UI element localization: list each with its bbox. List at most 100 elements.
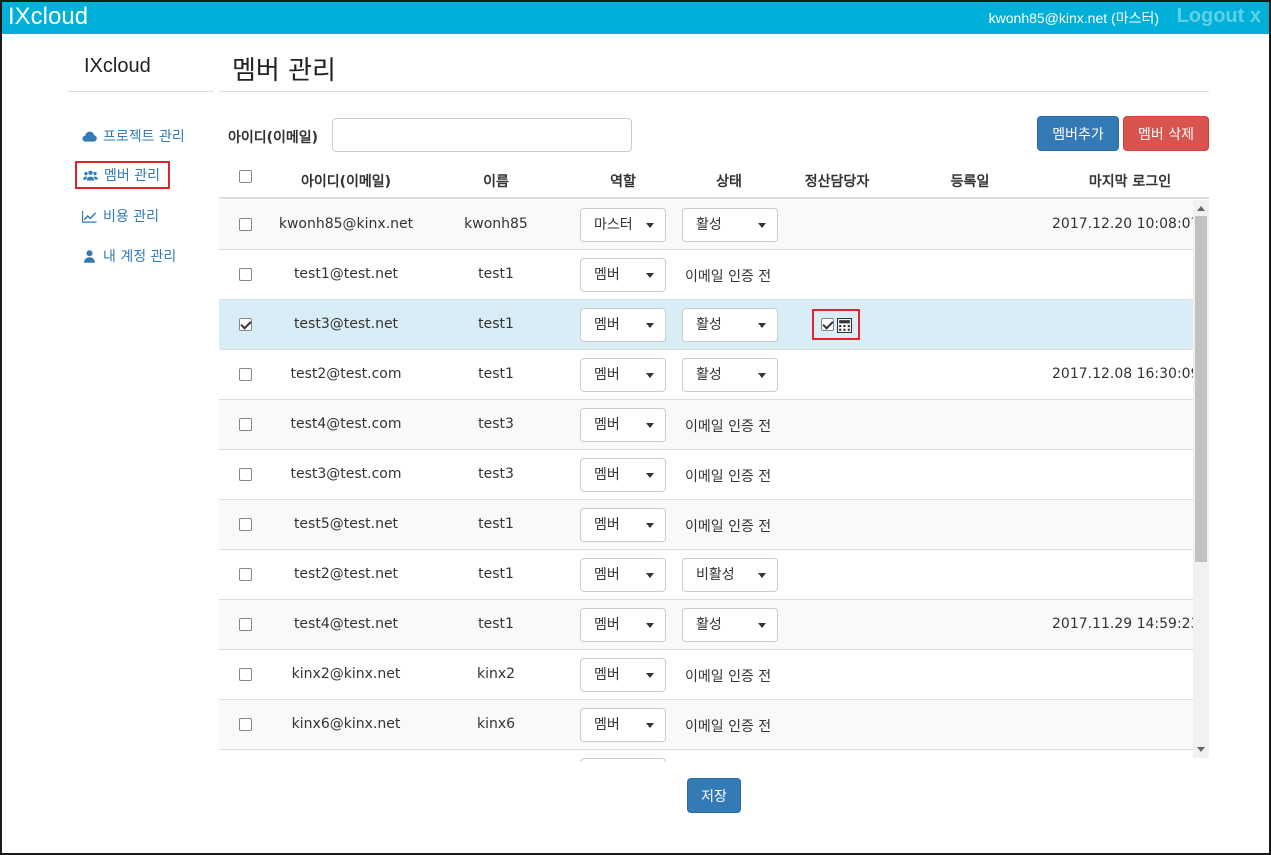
cell-id: test3@test.com xyxy=(290,466,402,482)
cell-id: test4@test.com xyxy=(290,416,402,432)
cell-id: kinx6@kinx.net xyxy=(291,716,401,732)
settle-manager-checkbox[interactable] xyxy=(239,568,252,581)
scroll-thumb[interactable] xyxy=(1195,216,1207,562)
sidebar-item-projects[interactable]: 프로젝트 관리 xyxy=(82,126,185,146)
role-select[interactable]: 멤버 xyxy=(580,458,666,492)
header-settle-manager[interactable]: 정산담당자 xyxy=(805,171,869,191)
cell-last-login: 2017.11.29 14:59:23 xyxy=(1052,616,1193,632)
cell-name: test1 xyxy=(478,516,514,532)
scroll-up-arrow[interactable] xyxy=(1197,206,1205,211)
delete-member-button[interactable]: 멤버 삭제 xyxy=(1123,116,1209,151)
cell-name: kinx2 xyxy=(476,666,516,682)
calculator-icon[interactable] xyxy=(837,318,852,333)
table-row[interactable]: kwonh85@kinx.net kwonh85 마스터 활성 2017.12.20 1… xyxy=(219,200,1193,250)
logout-button[interactable]: Logout x xyxy=(1177,5,1261,28)
status-text: 이메일 인증 전 xyxy=(685,719,772,735)
cloud-icon xyxy=(82,131,97,142)
role-select[interactable]: 멤버 xyxy=(580,608,666,642)
sidebar-divider xyxy=(68,91,214,92)
role-select[interactable]: 멤버 xyxy=(580,508,666,542)
sidebar-item-my-account[interactable]: 내 계정 관리 xyxy=(82,246,176,266)
status-text: 이메일 인증 전 xyxy=(685,519,772,535)
settle-manager-checkbox[interactable] xyxy=(239,668,252,681)
cell-id: test4@test.net xyxy=(293,616,399,632)
header-role[interactable]: 역할 xyxy=(610,171,636,191)
settle-manager-checkbox[interactable] xyxy=(239,518,252,531)
role-select[interactable]: 멤버 xyxy=(580,558,666,592)
status-select[interactable]: 활성 xyxy=(682,308,778,342)
search-label: 아이디(이메일) xyxy=(228,130,319,146)
save-button[interactable]: 저장 xyxy=(687,778,741,813)
cell-name: kinx6 xyxy=(476,716,516,732)
role-select[interactable]: 멤버 xyxy=(580,308,666,342)
table-row[interactable]: kinx2@kinx.net kinx2 멤버 이메일 인증 전 xyxy=(219,650,1193,700)
search-input[interactable] xyxy=(332,118,632,152)
row-checkbox[interactable] xyxy=(239,318,252,331)
cell-id: test2@test.net xyxy=(293,566,399,582)
select-all-checkbox[interactable] xyxy=(239,170,252,183)
status-select[interactable]: 비활성 xyxy=(682,558,778,592)
status-text: 이메일 인증 전 xyxy=(685,419,772,435)
table-row[interactable]: test3@test.com test3 멤버 이메일 인증 전 xyxy=(219,450,1193,500)
cell-last-login: 2017.12.20 10:08:07 xyxy=(1052,216,1193,232)
sidebar-item-billing[interactable]: 비용 관리 xyxy=(82,206,159,226)
header-last-login[interactable]: 마지막 로그인 xyxy=(1089,171,1171,191)
scroll-down-arrow[interactable] xyxy=(1197,747,1205,752)
settle-manager-checkbox[interactable] xyxy=(239,268,252,281)
sidebar-item-label: 멤버 관리 xyxy=(104,168,160,184)
status-select[interactable]: 활성 xyxy=(682,358,778,392)
table-row[interactable]: test1@test.net test1 멤버 이메일 인증 전 xyxy=(219,250,1193,300)
table-row[interactable]: test4@test.com test3 멤버 이메일 인증 전 xyxy=(219,400,1193,450)
status-text: 이메일 인증 전 xyxy=(685,469,772,485)
role-select[interactable]: 멤버 xyxy=(580,708,666,742)
settle-manager-checkbox[interactable] xyxy=(821,318,834,331)
cell-id: test3@test.net xyxy=(293,316,399,332)
sidebar-item-members[interactable]: 멤버 관리 xyxy=(75,161,170,189)
table-row[interactable]: test4@test.net test1 멤버 활성 2017.11.29 14:59:… xyxy=(219,600,1193,650)
sidebar-title: IXcloud xyxy=(84,55,151,77)
sidebar-item-label: 비용 관리 xyxy=(103,209,159,225)
settle-manager-checkbox[interactable] xyxy=(239,468,252,481)
add-member-button[interactable]: 멤버추가 xyxy=(1037,116,1119,151)
role-select-partial xyxy=(580,758,666,762)
settle-manager-checkbox[interactable] xyxy=(239,718,252,731)
status-select[interactable]: 활성 xyxy=(682,608,778,642)
cell-id: test5@test.net xyxy=(293,516,399,532)
app-window: IXcloud kwonh85@kinx.net (마스터) Logout x … xyxy=(0,0,1271,855)
table-row[interactable]: test2@test.com test1 멤버 활성 2017.12.08 16:30:… xyxy=(219,350,1193,400)
header-divider xyxy=(219,91,1209,92)
settle-manager-highlight xyxy=(812,309,860,340)
role-select[interactable]: 멤버 xyxy=(580,658,666,692)
settle-manager-checkbox[interactable] xyxy=(239,418,252,431)
role-select[interactable]: 마스터 xyxy=(580,208,666,242)
cell-id: test1@test.net xyxy=(293,266,399,282)
user-icon xyxy=(84,249,95,263)
table-scrollbar[interactable] xyxy=(1193,200,1209,758)
cell-id: test2@test.com xyxy=(290,366,402,382)
role-select[interactable]: 멤버 xyxy=(580,408,666,442)
settle-manager-checkbox[interactable] xyxy=(239,618,252,631)
table-row[interactable]: test5@test.net test1 멤버 이메일 인증 전 xyxy=(219,500,1193,550)
status-select[interactable]: 활성 xyxy=(682,208,778,242)
cell-name: test1 xyxy=(478,366,514,382)
users-icon xyxy=(83,170,98,180)
table-row[interactable]: kinx6@kinx.net kinx6 멤버 이메일 인증 전 xyxy=(219,700,1193,750)
member-table-body: kwonh85@kinx.net kwonh85 마스터 활성 2017.12.20 1… xyxy=(219,200,1193,758)
header-name[interactable]: 이름 xyxy=(483,171,509,191)
table-row[interactable]: test2@test.net test1 멤버 비활성 xyxy=(219,550,1193,600)
sidebar-item-label: 프로젝트 관리 xyxy=(103,129,185,145)
role-select[interactable]: 멤버 xyxy=(580,258,666,292)
header-status[interactable]: 상태 xyxy=(716,171,742,191)
role-select[interactable]: 멤버 xyxy=(580,358,666,392)
top-bar: IXcloud kwonh85@kinx.net (마스터) Logout x xyxy=(2,2,1269,34)
settle-manager-checkbox[interactable] xyxy=(239,218,252,231)
status-text: 이메일 인증 전 xyxy=(685,269,772,285)
header-registered[interactable]: 등록일 xyxy=(951,171,990,191)
cell-last-login: 2017.12.08 16:30:09 xyxy=(1052,366,1193,382)
settle-manager-checkbox[interactable] xyxy=(239,368,252,381)
header-id[interactable]: 아이디(이메일) xyxy=(301,171,391,191)
table-row[interactable]: test3@test.net test1 멤버 활성 xyxy=(219,300,1193,350)
current-user: kwonh85@kinx.net (마스터) xyxy=(988,10,1159,26)
brand-logo[interactable]: IXcloud xyxy=(8,3,88,31)
cell-name: test1 xyxy=(478,266,514,282)
